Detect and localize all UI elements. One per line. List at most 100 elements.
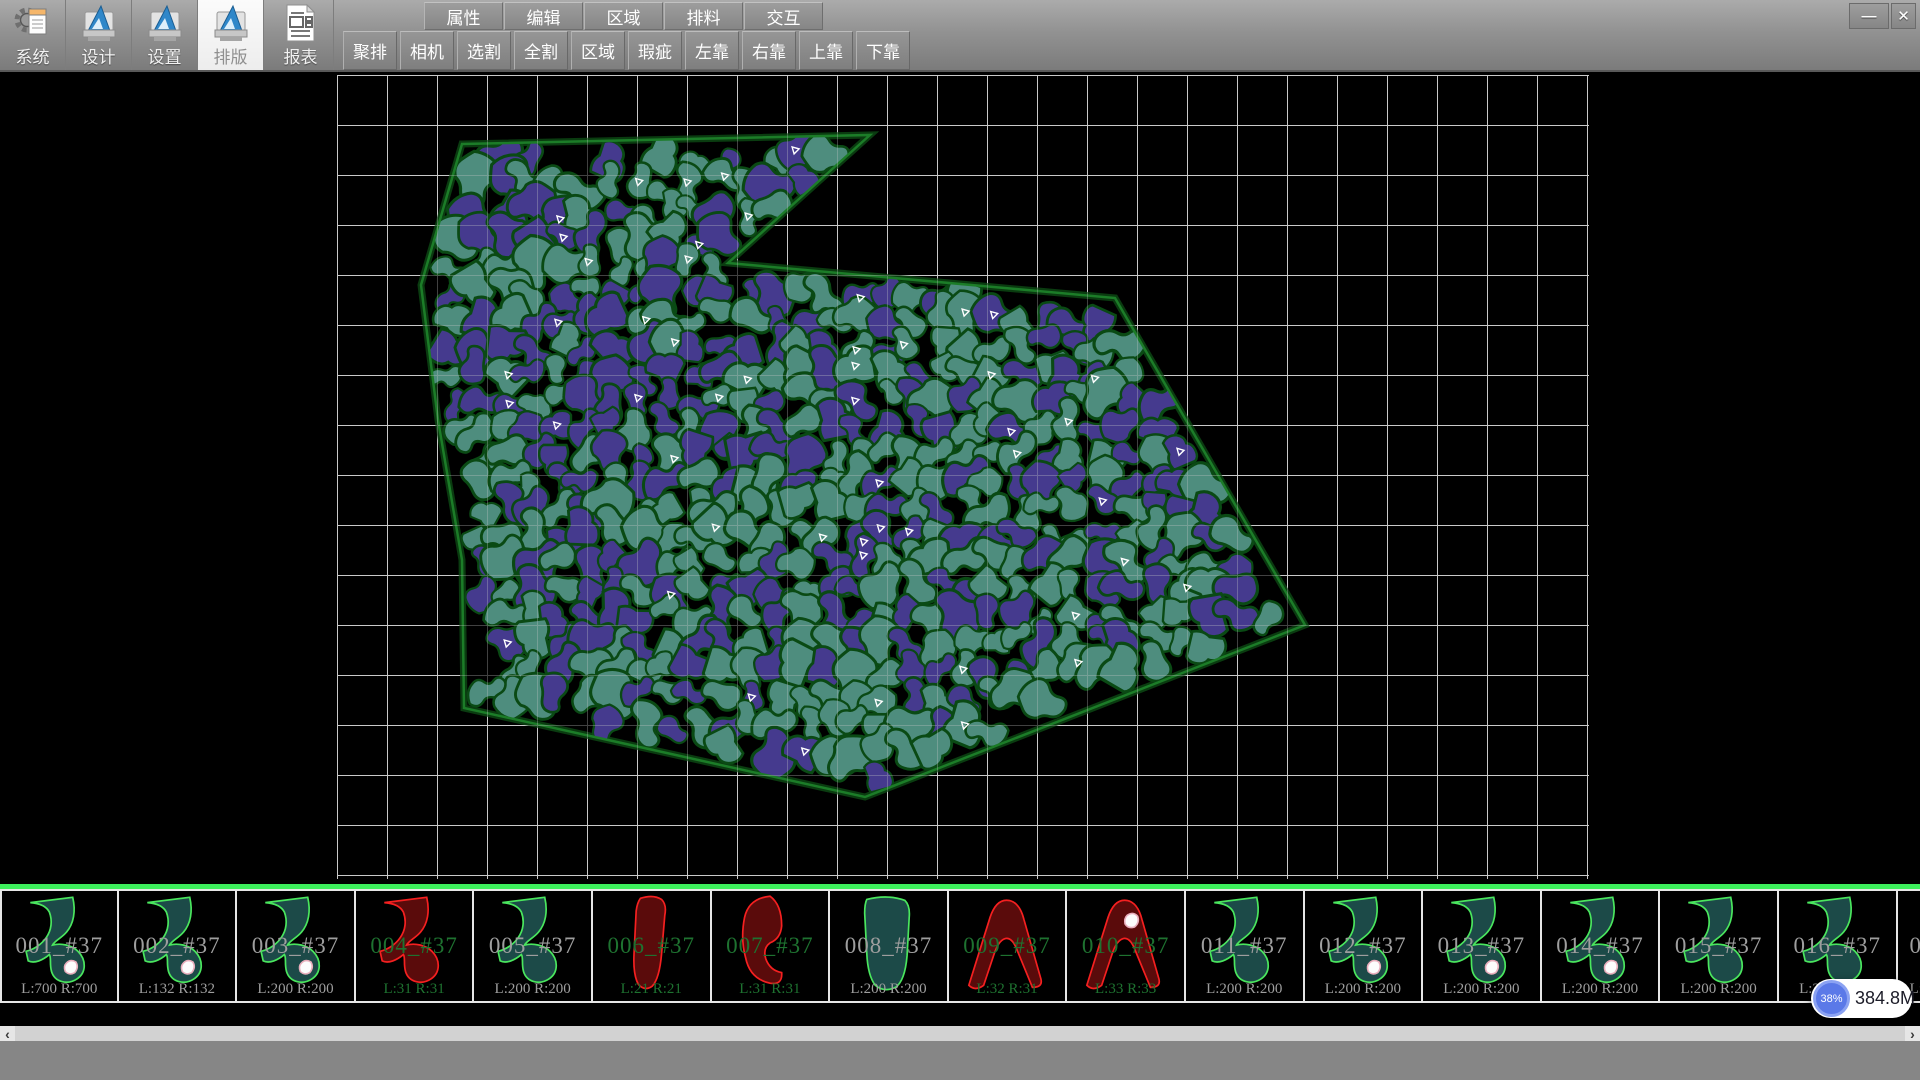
piece-hole (300, 961, 313, 974)
main-button-5[interactable]: 报表 (268, 0, 334, 70)
piece-cell-10[interactable]: 010_#37 L:33 R:33 (1067, 891, 1186, 1001)
menu-item-1[interactable]: 属性 (424, 2, 503, 30)
piece-id-label: 013_#37 (1423, 933, 1540, 959)
nested-hide-layout[interactable] (0, 72, 1920, 882)
tool-button-1[interactable]: 聚排 (343, 31, 397, 70)
set-square-icon (146, 3, 184, 43)
piece-id-label: 007_#37 (712, 933, 829, 959)
piece-lr-label: L:200 R:200 (830, 981, 947, 998)
piece-id-label: 005_#37 (474, 933, 591, 959)
tool-button-8[interactable]: 右靠 (742, 31, 796, 70)
window-chrome-bottom (0, 1041, 1920, 1080)
tool-button-10[interactable]: 下靠 (856, 31, 910, 70)
main-button-1[interactable]: 系统 (0, 0, 66, 70)
piece-id-label: 002_#37 (119, 933, 236, 959)
piece-cell-3[interactable]: 003_#37 L:200 R:200 (237, 891, 356, 1001)
main-toolbar-buttons: 系统设计设置排版报表 (0, 0, 334, 70)
piece-lr-label: L:31 R:31 (712, 981, 829, 998)
tool-button-5[interactable]: 区域 (571, 31, 625, 70)
tool-button-9[interactable]: 上靠 (799, 31, 853, 70)
menu-bar: 属性编辑区域排料交互 (424, 2, 824, 30)
main-button-label: 报表 (268, 43, 333, 68)
main-button-3[interactable]: 设置 (132, 0, 198, 70)
piece-lr-label: L:700 R:700 (2, 981, 117, 998)
tool-button-2[interactable]: 相机 (400, 31, 454, 70)
piece-thumbnail-list: 001_#37L:700 R:700002_#37L:132 R:132003_… (0, 889, 1920, 1003)
window-controls: — ✕ (1847, 3, 1916, 29)
piece-lr-label: L:200 R:200 (237, 981, 354, 998)
tool-button-7[interactable]: 左靠 (685, 31, 739, 70)
piece-lr-label: L:32 R:31 (949, 981, 1066, 998)
report-icon (282, 3, 320, 43)
piece-lr-label: L:200 R:200 (1186, 981, 1303, 998)
piece-id-label: 014_#37 (1542, 933, 1659, 959)
tool-button-row: 聚排相机选割全割区域瑕疵左靠右靠上靠下靠 (343, 31, 913, 70)
piece-cell-7[interactable]: 007_#37 L:31 R:31 (712, 891, 831, 1001)
toolbar: 系统设计设置排版报表 属性编辑区域排料交互 聚排相机选割全割区域瑕疵左靠右靠上靠… (0, 0, 1920, 72)
piece-cell-15[interactable]: 015_#37 L:200 R:200 (1660, 891, 1779, 1001)
menu-item-3[interactable]: 区域 (584, 2, 663, 30)
pieces-strip: 001_#37L:700 R:700002_#37L:132 R:132003_… (0, 882, 1920, 1026)
piece-id-label: 001_#37 (2, 933, 117, 959)
piece-hole (64, 961, 77, 974)
piece-cell-14[interactable]: 014_#37L:200 R:200 (1542, 891, 1661, 1001)
piece-hole (1486, 961, 1499, 974)
piece-cell-2[interactable]: 002_#37 L:132 R:132 (119, 891, 238, 1001)
piece-hole (1367, 961, 1380, 974)
piece-cell-6[interactable]: 006_#37 L:21 R:21 (593, 891, 712, 1001)
piece-cell-1[interactable]: 001_#37 L:700 R:700 (0, 891, 119, 1001)
piece-lr-label: L:200 R:200 (474, 981, 591, 998)
tool-button-6[interactable]: 瑕疵 (628, 31, 682, 70)
piece-id-label: 016_#37 (1779, 933, 1896, 959)
piece-id-label: 011_#37 (1186, 933, 1303, 959)
piece-hole (181, 961, 194, 974)
main-button-label: 系统 (0, 43, 65, 68)
tool-button-3[interactable]: 选割 (457, 31, 511, 70)
set-square-icon (80, 3, 118, 43)
piece-cell-11[interactable]: 011_#37 L:200 R:200 (1186, 891, 1305, 1001)
piece-id-label: 015_#37 (1660, 933, 1777, 959)
piece-lr-label: L:200 R:200 (1305, 981, 1422, 998)
piece-cell-12[interactable]: 012_#37 L:200 R:200 (1305, 891, 1424, 1001)
piece-cell-5[interactable]: 005_#37 L:200 R:200 (474, 891, 593, 1001)
status-badge: 38% 384.8M (1811, 979, 1912, 1018)
piece-cell-13[interactable]: 013_#37 L:200 R:200 (1423, 891, 1542, 1001)
piece-lr-label: L:132 R:132 (119, 981, 236, 998)
piece-id-label: 006_#37 (593, 933, 710, 959)
application-window: 系统设计设置排版报表 属性编辑区域排料交互 聚排相机选割全割区域瑕疵左靠右靠上靠… (0, 0, 1920, 1080)
menu-item-4[interactable]: 排料 (664, 2, 743, 30)
piece-id-label: 010_#37 (1067, 933, 1184, 959)
scroll-right-arrow-icon[interactable]: › (1905, 1026, 1920, 1041)
main-button-label: 设置 (132, 43, 197, 68)
main-button-label: 排版 (198, 43, 263, 68)
nesting-canvas[interactable] (0, 72, 1920, 882)
piece-id-label: 012_#37 (1305, 933, 1422, 959)
menu-item-5[interactable]: 交互 (744, 2, 823, 30)
piece-lr-label: L:33 R:33 (1067, 981, 1184, 998)
piece-id-label: 004_#37 (356, 933, 473, 959)
piece-lr-label: L:200 R:200 (1423, 981, 1540, 998)
set-square-icon (212, 3, 250, 43)
scroll-left-arrow-icon[interactable]: ‹ (0, 1026, 15, 1041)
piece-id-label: 003_#37 (237, 933, 354, 959)
piece-cell-8[interactable]: 008_#37 L:200 R:200 (830, 891, 949, 1001)
gear-icon (14, 3, 52, 43)
piece-id-label: 008_#37 (830, 933, 947, 959)
piece-id-label: 0 (1898, 933, 1920, 959)
piece-hole (1604, 961, 1617, 974)
piece-cell-4[interactable]: 004_#37L:31 R:31 (356, 891, 475, 1001)
tool-button-4[interactable]: 全割 (514, 31, 568, 70)
piece-lr-label: L:200 R:200 (1660, 981, 1777, 998)
memory-usage-label: 384.8M (1855, 979, 1915, 1018)
main-button-4[interactable]: 排版 (198, 0, 264, 70)
piece-cell-9[interactable]: 009_#37 L:32 R:31 (949, 891, 1068, 1001)
piece-id-label: 009_#37 (949, 933, 1066, 959)
minimize-button[interactable]: — (1849, 3, 1889, 29)
close-button[interactable]: ✕ (1891, 3, 1916, 29)
piece-lr-label: L:21 R:21 (593, 981, 710, 998)
horizontal-scrollbar[interactable]: ‹ › (0, 1026, 1920, 1041)
nested-pieces (422, 127, 1287, 793)
main-button-2[interactable]: 设计 (66, 0, 132, 70)
menu-item-2[interactable]: 编辑 (504, 2, 583, 30)
piece-hole (1125, 913, 1139, 927)
